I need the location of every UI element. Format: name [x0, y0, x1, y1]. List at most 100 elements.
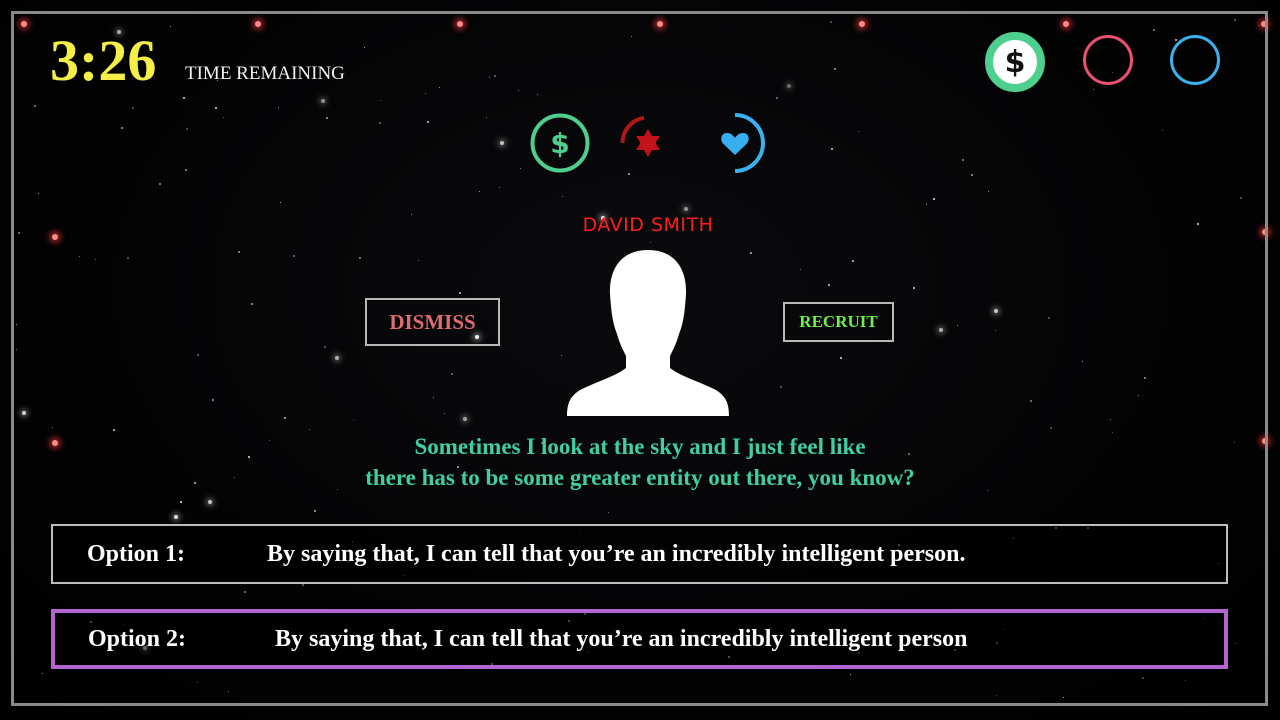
- star: [215, 107, 217, 109]
- star: [994, 309, 998, 313]
- svg-text:$: $: [550, 127, 569, 160]
- star: [1093, 89, 1094, 90]
- timer-label: TIME REMAINING: [185, 63, 345, 84]
- star: [52, 427, 53, 428]
- star: [800, 269, 801, 270]
- star: [1234, 19, 1236, 21]
- red-star: [657, 21, 663, 27]
- star: [95, 259, 96, 260]
- red-star: [457, 21, 463, 27]
- star: [650, 242, 651, 243]
- star: [335, 356, 339, 360]
- star: [251, 303, 253, 305]
- star: [1235, 643, 1236, 644]
- star: [16, 324, 17, 325]
- star: [850, 674, 851, 675]
- option-1-label: Option 1:: [87, 540, 186, 567]
- star: [223, 117, 224, 118]
- option-2-label: Option 2:: [88, 625, 187, 652]
- star: [425, 93, 426, 94]
- star: [1240, 197, 1242, 199]
- recruit-button-label: RECRUIT: [799, 312, 878, 331]
- star: [132, 107, 134, 109]
- star: [489, 77, 490, 78]
- star: [16, 349, 17, 350]
- star: [38, 193, 39, 194]
- star: [174, 515, 178, 519]
- star: [418, 260, 419, 261]
- star: [293, 255, 295, 257]
- star: [631, 36, 632, 37]
- star: [776, 97, 778, 99]
- red-star: [1063, 21, 1069, 27]
- star: [1063, 697, 1064, 698]
- star: [238, 251, 240, 253]
- star: [79, 256, 80, 257]
- star: [234, 477, 235, 478]
- star: [113, 429, 115, 431]
- star: [852, 260, 854, 262]
- star: [439, 87, 440, 88]
- star-stat-icon: [617, 112, 679, 174]
- star: [939, 328, 943, 332]
- star: [518, 90, 519, 91]
- blue-ring-icon[interactable]: [1170, 35, 1220, 85]
- red-star: [21, 21, 27, 27]
- star: [1142, 677, 1144, 679]
- person-silhouette-icon: [566, 250, 730, 416]
- star: [1234, 442, 1235, 443]
- star: [971, 174, 973, 176]
- star: [1082, 361, 1083, 362]
- red-ring-icon[interactable]: [1083, 35, 1133, 85]
- star: [684, 207, 688, 211]
- star: [185, 169, 187, 171]
- star: [840, 357, 842, 359]
- star: [957, 325, 958, 326]
- star: [353, 420, 354, 421]
- response-option-2[interactable]: Option 2: By saying that, I can tell tha…: [51, 609, 1228, 669]
- star: [1259, 25, 1260, 26]
- star: [284, 417, 286, 419]
- star: [364, 47, 365, 48]
- timer-value: 3:26: [50, 28, 157, 93]
- dialogue-line-1: Sometimes I look at the sky and I just f…: [414, 434, 866, 459]
- star: [278, 107, 279, 108]
- option-2-text: By saying that, I can tell that you’re a…: [275, 625, 968, 652]
- star: [988, 191, 989, 192]
- star: [159, 183, 161, 185]
- star: [1153, 29, 1155, 31]
- star: [1110, 419, 1111, 420]
- star: [321, 99, 325, 103]
- star: [926, 204, 927, 205]
- star: [486, 117, 487, 118]
- star: [379, 122, 381, 124]
- star: [537, 94, 538, 95]
- dismiss-button[interactable]: DISMISS: [365, 298, 500, 346]
- star: [479, 191, 480, 192]
- star: [780, 386, 782, 388]
- star: [499, 187, 500, 188]
- star: [1112, 432, 1113, 433]
- star: [228, 691, 229, 692]
- star: [996, 695, 997, 696]
- star: [608, 512, 609, 513]
- star: [1185, 680, 1186, 681]
- response-option-1[interactable]: Option 1: By saying that, I can tell tha…: [51, 524, 1228, 584]
- star: [494, 75, 496, 77]
- option-1-text: By saying that, I can tell that you’re a…: [267, 540, 966, 567]
- dialogue-line-2: there has to be some greater entity out …: [365, 465, 915, 490]
- star: [828, 284, 830, 286]
- star: [1175, 39, 1177, 41]
- star: [244, 591, 246, 593]
- star: [451, 373, 453, 375]
- recruit-button[interactable]: RECRUIT: [783, 302, 894, 342]
- star: [324, 346, 326, 348]
- game-screen: 3:26 TIME REMAINING $ $ DAVID SMITH DISM…: [0, 0, 1280, 720]
- star: [500, 141, 504, 145]
- star: [127, 257, 129, 259]
- star: [197, 682, 198, 683]
- dollar-coin-icon[interactable]: $: [985, 32, 1045, 92]
- npc-dialogue: Sometimes I look at the sky and I just f…: [240, 431, 1040, 493]
- star: [212, 399, 214, 401]
- star: [1030, 400, 1032, 402]
